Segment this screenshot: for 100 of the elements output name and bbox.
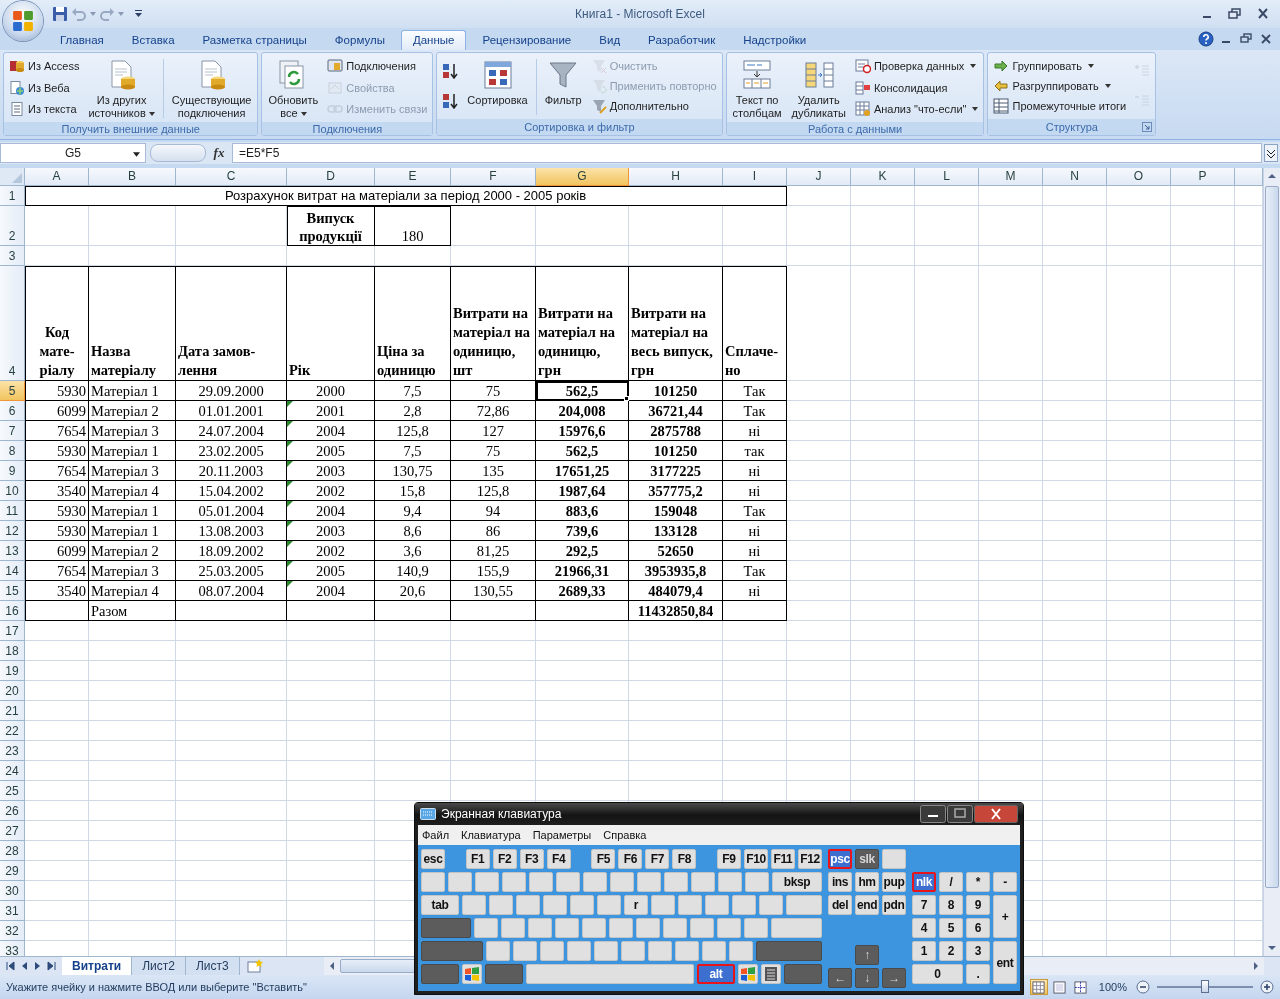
minimize-icon[interactable] [920,805,946,823]
ribbon-tab[interactable]: Данные [400,30,467,50]
help-icon[interactable] [1198,31,1214,47]
vertical-scrollbar[interactable] [1263,168,1280,956]
zoom-in-icon[interactable] [1260,980,1274,994]
keyboard-key[interactable]: 1 [912,941,936,961]
row-header[interactable]: 23 [0,741,25,761]
keyboard-key[interactable]: . [966,964,990,984]
scrollbar-thumb[interactable] [1265,186,1279,888]
view-button[interactable] [1071,979,1090,995]
row-header[interactable]: 7 [0,421,25,441]
keyboard-key[interactable]: ↑ [855,945,879,965]
row-header[interactable]: 21 [0,701,25,721]
sheet-tab[interactable]: Витрати [62,957,133,975]
keyboard-key[interactable]: 2 [939,941,963,961]
column-header[interactable]: N [1043,168,1107,186]
ribbon-button[interactable]: Дополнительно [588,96,719,116]
ribbon-tab[interactable]: Надстройки [731,30,819,50]
save-icon[interactable] [52,6,68,22]
column-header[interactable]: P [1171,168,1235,186]
column-header[interactable]: M [979,168,1043,186]
keyboard-key[interactable]: + [993,895,1017,938]
keyboard-key[interactable]: F6 [618,849,643,869]
column-header[interactable]: B [89,168,176,186]
keyboard-key[interactable]: F5 [591,849,616,869]
row-header[interactable]: 26 [0,801,25,821]
column-header[interactable]: K [851,168,915,186]
ribbon-button[interactable]: Промежуточные итоги [991,96,1129,116]
error-indicator-icon[interactable] [287,421,293,427]
zoom-out-icon[interactable] [1136,980,1150,994]
row-header[interactable]: 3 [0,246,25,266]
keyboard-key[interactable]: F1 [465,849,490,869]
row-header[interactable]: 25 [0,781,25,801]
formula-field[interactable]: =E5*F5 [232,143,1262,163]
error-indicator-icon[interactable] [287,541,293,547]
keyboard-key[interactable]: 6 [966,918,990,938]
skip-left-icon[interactable] [4,960,16,972]
keyboard-key[interactable]: F12 [797,849,822,869]
keyboard-key[interactable]: pdn [882,895,906,915]
keyboard-key[interactable]: r [624,895,648,915]
keyboard-key[interactable]: ← [828,968,852,988]
keyboard-key[interactable]: 5 [939,918,963,938]
column-header[interactable]: C [176,168,287,186]
row-header[interactable]: 2 [0,206,25,246]
keyboard-key[interactable]: * [966,872,990,892]
row-header[interactable]: 24 [0,761,25,781]
select-all-button[interactable] [0,168,25,186]
insert-function-button[interactable]: fx [206,145,232,161]
column-header[interactable]: F [451,168,536,186]
ribbon-button[interactable]: Разгруппировать [991,76,1129,96]
keyboard-key[interactable]: 3 [966,941,990,961]
column-header[interactable]: J [787,168,851,186]
keyboard-key[interactable]: 8 [939,895,963,915]
row-header[interactable]: 20 [0,681,25,701]
sheet-tab[interactable]: Лист3 [185,957,240,975]
dialog-launcher-icon[interactable] [1142,122,1153,132]
ribbon-button[interactable] [440,61,461,81]
row-header[interactable]: 31 [0,901,25,921]
view-button[interactable] [1029,979,1048,995]
keyboard-key[interactable]: F3 [519,849,544,869]
ribbon-tab[interactable]: Вставка [119,30,187,50]
ribbon-button[interactable]: Из других источников [85,55,158,122]
keyboard-key[interactable]: F11 [770,849,795,869]
keyboard-key[interactable]: psc [828,849,852,869]
keyboard-key[interactable]: F10 [743,849,768,869]
keyboard-key[interactable]: tab [421,895,459,915]
ribbon-tab[interactable]: Формулы [322,30,397,50]
column-header[interactable]: A [25,168,89,186]
ribbon-tab[interactable]: Главная [48,30,116,50]
keyboard-key[interactable]: esc [421,849,445,869]
ribbon-button[interactable]: Подключения [325,56,430,76]
row-header[interactable]: 30 [0,881,25,901]
keyboard-key[interactable]: 4 [912,918,936,938]
ribbon-button[interactable]: Из Access [7,56,82,76]
ribbon-button[interactable]: Сортировка [464,55,531,119]
ribbon-tab[interactable]: Разработчик [636,30,728,50]
column-header[interactable]: H [629,168,723,186]
redo-icon[interactable] [99,6,115,22]
column-header[interactable]: D [287,168,375,186]
keyboard-key[interactable]: ↓ [855,968,879,988]
menu-item[interactable]: Справка [603,829,647,841]
ribbon-button[interactable]: Группировать [991,56,1129,76]
error-indicator-icon[interactable] [287,481,293,487]
keyboard-key[interactable]: → [882,968,906,988]
keyboard-key[interactable]: ins [828,872,852,892]
keyboard-key[interactable]: nlk [912,872,936,892]
ribbon-button[interactable]: Обновить все [265,55,322,122]
keyboard-key[interactable]: / [939,872,963,892]
row-header[interactable]: 13 [0,541,25,561]
ribbon-tab[interactable]: Вид [587,30,633,50]
sheet-tab[interactable]: Лист2 [132,957,186,975]
error-indicator-icon[interactable] [287,521,293,527]
row-header[interactable]: 5 [0,381,25,401]
error-indicator-icon[interactable] [287,441,293,447]
keyboard-key[interactable]: ent [993,941,1017,984]
caret-icon[interactable] [133,152,140,157]
row-header[interactable]: 33 [0,941,25,956]
row-header[interactable]: 4 [0,266,25,381]
column-header[interactable]: I [723,168,787,186]
ribbon-button[interactable]: Удалить дубликаты [788,55,849,122]
